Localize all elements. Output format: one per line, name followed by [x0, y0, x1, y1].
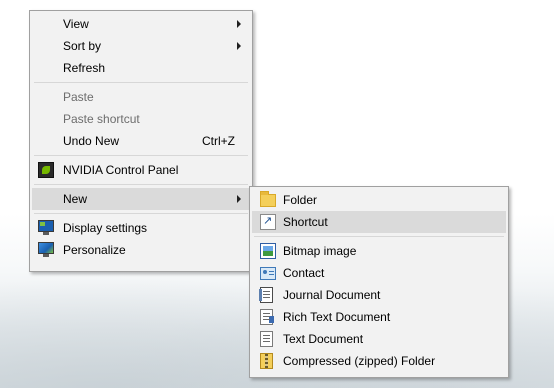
menu-separator [32, 181, 250, 188]
new-submenu: Folder Shortcut Bitmap image Contact Jou… [249, 186, 509, 378]
personalize-icon [38, 242, 54, 257]
menu-item-label: Journal Document [283, 288, 381, 302]
submenu-item-folder[interactable]: Folder [252, 189, 506, 211]
menu-item-label: View [63, 17, 89, 31]
submenu-arrow-icon [237, 42, 241, 50]
menu-item-paste-shortcut: Paste shortcut [32, 108, 250, 130]
menu-item-label: Paste shortcut [63, 112, 140, 126]
bitmap-image-icon [260, 243, 276, 259]
submenu-arrow-icon [237, 20, 241, 28]
shortcut-icon [260, 214, 276, 230]
menu-item-label: Shortcut [283, 215, 328, 229]
submenu-arrow-icon [237, 195, 241, 203]
menu-item-label: Sort by [63, 39, 102, 53]
menu-item-label: Refresh [63, 61, 106, 75]
menu-item-paste: Paste [32, 86, 250, 108]
menu-item-label: Paste [63, 90, 94, 104]
menu-item-label: Personalize [63, 243, 126, 257]
text-document-icon [260, 331, 273, 347]
menu-item-label: NVIDIA Control Panel [63, 163, 179, 177]
menu-separator [32, 210, 250, 217]
menu-item-display-settings[interactable]: Display settings [32, 217, 250, 239]
contact-icon [260, 267, 276, 280]
submenu-item-contact[interactable]: Contact [252, 262, 506, 284]
display-settings-icon [38, 220, 54, 235]
menu-item-label: Display settings [63, 221, 148, 235]
menu-item-label: New [63, 192, 88, 206]
menu-item-label: Rich Text Document [283, 310, 391, 324]
folder-icon [260, 191, 276, 207]
menu-item-label: Compressed (zipped) Folder [283, 354, 436, 368]
submenu-item-rich-text-document[interactable]: Rich Text Document [252, 306, 506, 328]
menu-item-sort-by[interactable]: Sort by [32, 35, 250, 57]
keyboard-shortcut: Ctrl+Z [202, 134, 235, 148]
rich-text-document-icon [260, 309, 274, 325]
submenu-item-compressed-folder[interactable]: Compressed (zipped) Folder [252, 350, 506, 372]
menu-item-view[interactable]: View [32, 13, 250, 35]
nvidia-icon [38, 162, 54, 178]
menu-item-label: Contact [283, 266, 325, 280]
menu-item-nvidia-control-panel[interactable]: NVIDIA Control Panel [32, 159, 250, 181]
menu-separator [32, 79, 250, 86]
compressed-folder-icon [260, 353, 273, 369]
menu-item-new[interactable]: New [32, 188, 250, 210]
submenu-item-bitmap-image[interactable]: Bitmap image [252, 240, 506, 262]
menu-item-label: Undo New [63, 134, 120, 148]
menu-item-label: Folder [283, 193, 318, 207]
journal-document-icon [259, 287, 273, 303]
menu-item-refresh[interactable]: Refresh [32, 57, 250, 79]
menu-item-undo-new[interactable]: Undo New Ctrl+Z [32, 130, 250, 152]
menu-item-personalize[interactable]: Personalize [32, 239, 250, 261]
menu-item-label: Bitmap image [283, 244, 357, 258]
submenu-item-journal-document[interactable]: Journal Document [252, 284, 506, 306]
menu-item-label: Text Document [283, 332, 364, 346]
menu-separator [32, 152, 250, 159]
desktop-context-menu: View Sort by Refresh Paste Paste shortcu… [29, 10, 253, 272]
submenu-item-text-document[interactable]: Text Document [252, 328, 506, 350]
submenu-item-shortcut[interactable]: Shortcut [252, 211, 506, 233]
menu-separator [252, 233, 506, 240]
